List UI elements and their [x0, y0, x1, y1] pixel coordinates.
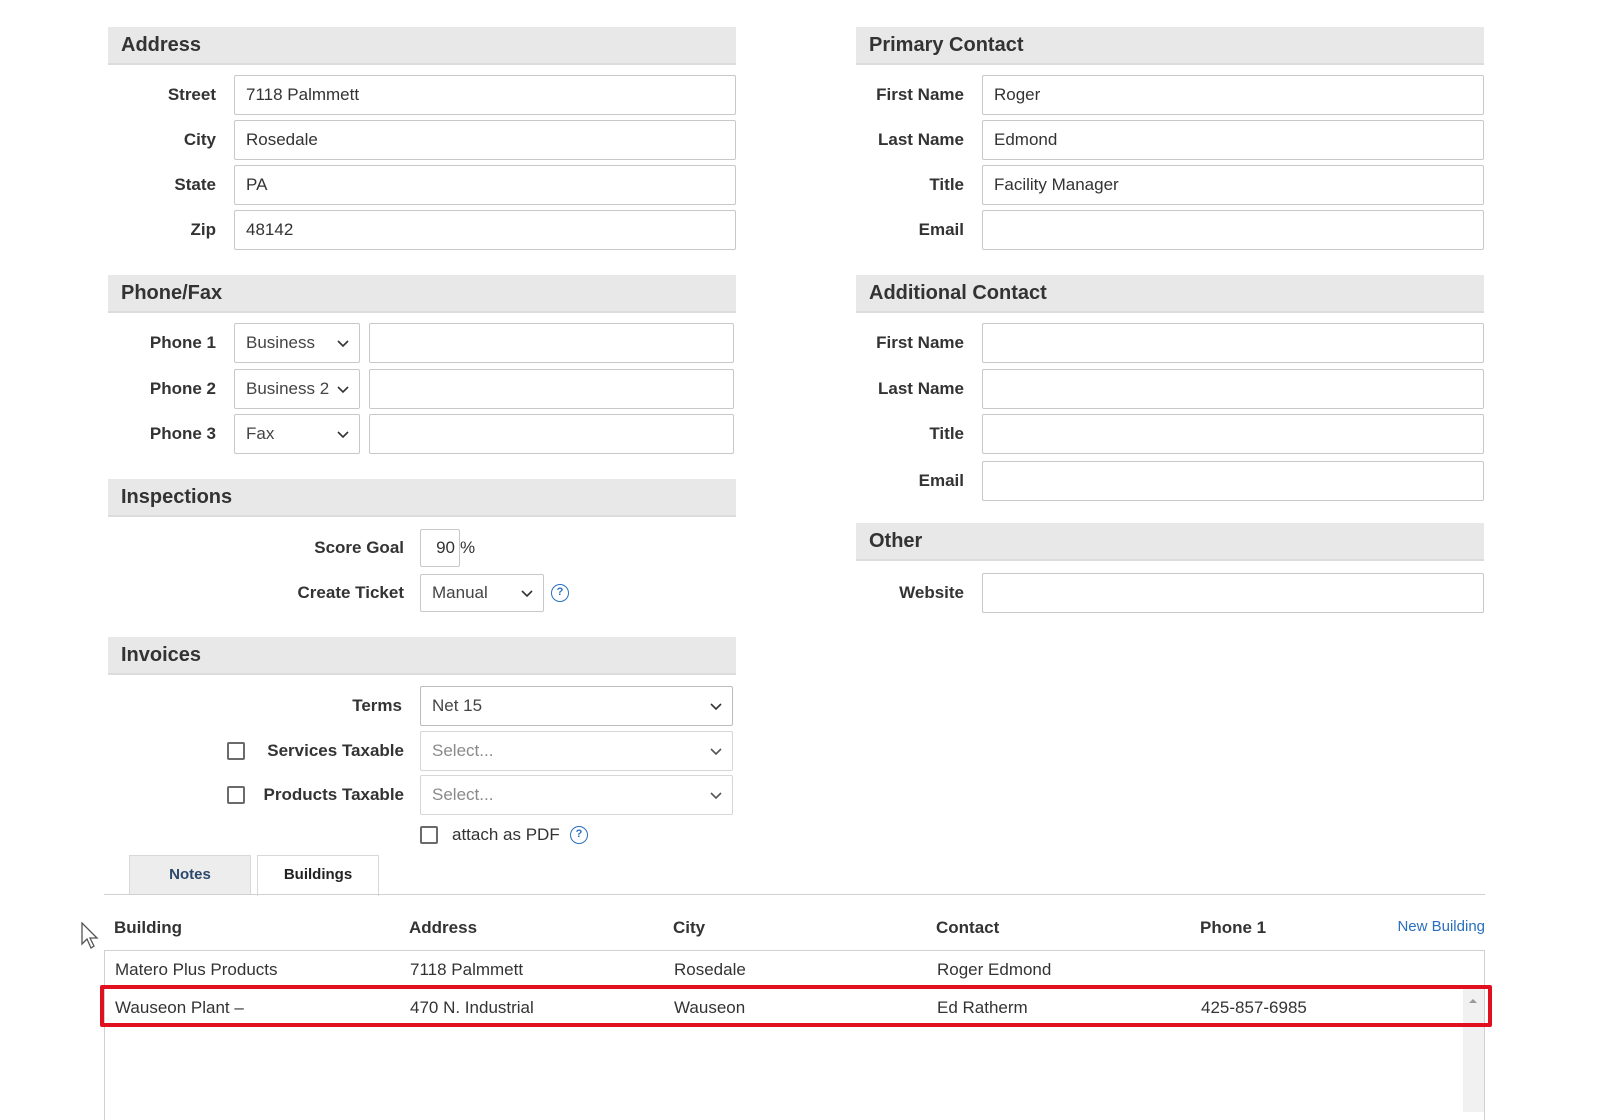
table-cell-building: Wauseon Plant – — [115, 998, 244, 1017]
chevron-down-icon — [337, 340, 349, 348]
additional-last-name-input[interactable] — [982, 369, 1484, 409]
table-cell-city: Wauseon — [674, 998, 746, 1017]
address-section-header: Address — [108, 27, 736, 65]
additional-title-label: Title — [929, 424, 964, 443]
phone2-type-select[interactable]: Business 2 — [234, 369, 360, 409]
services-taxable-placeholder: Select... — [432, 741, 494, 760]
primary-email-input[interactable] — [982, 210, 1484, 250]
table-cell-city: Rosedale — [674, 960, 746, 979]
primary-title-input[interactable]: Facility Manager — [982, 165, 1484, 205]
column-header-address[interactable]: Address — [409, 918, 477, 938]
additional-title-input[interactable] — [982, 414, 1484, 454]
score-goal-input[interactable]: 90 — [420, 529, 460, 567]
primary-title-label: Title — [929, 175, 964, 194]
website-label: Website — [899, 583, 964, 602]
services-taxable-select[interactable]: Select... — [420, 731, 733, 771]
services-taxable-label: Services Taxable — [267, 741, 404, 760]
phone3-number-input[interactable] — [369, 414, 734, 454]
tab-strip-divider — [104, 894, 1485, 895]
additional-email-label: Email — [918, 471, 964, 490]
phone3-type-select[interactable]: Fax — [234, 414, 360, 454]
products-taxable-label: Products Taxable — [263, 785, 404, 804]
chevron-down-icon — [710, 703, 722, 711]
products-taxable-checkbox[interactable] — [227, 786, 245, 804]
additional-first-name-input[interactable] — [982, 323, 1484, 363]
attach-pdf-label: attach as PDF — [452, 825, 560, 844]
services-taxable-checkbox[interactable] — [227, 742, 245, 760]
phone2-label: Phone 2 — [149, 379, 216, 398]
create-ticket-value: Manual — [432, 583, 488, 602]
score-goal-unit: % — [460, 538, 476, 557]
additional-contact-section-header: Additional Contact — [856, 275, 1484, 313]
create-ticket-select[interactable]: Manual — [420, 574, 544, 612]
help-circle-icon[interactable]: ? — [570, 826, 588, 844]
phone1-label: Phone 1 — [149, 333, 216, 352]
phone3-label: Phone 3 — [149, 424, 216, 443]
table-cell-building: Matero Plus Products — [115, 960, 278, 979]
inspections-section-header: Inspections — [108, 479, 736, 517]
state-input[interactable]: PA — [234, 165, 736, 205]
primary-last-name-label: Last Name — [878, 130, 964, 149]
phone3-type-value: Fax — [246, 424, 275, 443]
create-ticket-label: Create Ticket — [297, 583, 404, 602]
table-scrollbar[interactable] — [1463, 989, 1484, 1112]
table-row[interactable]: Wauseon Plant – 470 N. Industrial Wauseo… — [105, 989, 1463, 1026]
additional-email-input[interactable] — [982, 461, 1484, 501]
zip-input[interactable]: 48142 — [234, 210, 736, 250]
website-input[interactable] — [982, 573, 1484, 613]
primary-first-name-label: First Name — [876, 85, 964, 104]
mouse-pointer-icon — [81, 922, 99, 949]
additional-first-name-label: First Name — [876, 333, 964, 352]
primary-first-name-input[interactable]: Roger — [982, 75, 1484, 115]
table-cell-phone1: 425-857-6985 — [1201, 998, 1307, 1017]
column-header-contact[interactable]: Contact — [936, 918, 999, 938]
table-cell-contact: Roger Edmond — [937, 960, 1052, 979]
chevron-down-icon — [337, 431, 349, 439]
help-circle-icon[interactable]: ? — [551, 584, 569, 602]
terms-label: Terms — [352, 696, 402, 715]
chevron-down-icon — [521, 590, 533, 598]
table-cell-address: 470 N. Industrial — [410, 998, 534, 1017]
street-input[interactable]: 7118 Palmmett — [234, 75, 736, 115]
zip-label: Zip — [190, 220, 217, 239]
primary-email-label: Email — [918, 220, 964, 239]
score-goal-label: Score Goal — [314, 538, 404, 557]
tab-notes[interactable]: Notes — [129, 855, 251, 895]
city-label: City — [183, 130, 216, 149]
invoices-section-header: Invoices — [108, 637, 736, 675]
city-input[interactable]: Rosedale — [234, 120, 736, 160]
primary-last-name-input[interactable]: Edmond — [982, 120, 1484, 160]
products-taxable-select[interactable]: Select... — [420, 775, 733, 815]
terms-select[interactable]: Net 15 — [420, 686, 733, 726]
primary-contact-section-header: Primary Contact — [856, 27, 1484, 65]
other-section-header: Other — [856, 523, 1484, 561]
phone1-type-value: Business — [246, 333, 315, 352]
tab-buildings[interactable]: Buildings — [257, 855, 379, 896]
phone2-type-value: Business 2 — [246, 379, 330, 398]
table-cell-address: 7118 Palmmett — [410, 960, 524, 979]
chevron-down-icon — [710, 748, 722, 756]
table-cell-contact: Ed Ratherm — [937, 998, 1028, 1017]
scroll-up-arrow-icon[interactable] — [1467, 996, 1479, 1006]
phone2-number-input[interactable] — [369, 369, 734, 409]
column-header-city[interactable]: City — [673, 918, 705, 938]
products-taxable-placeholder: Select... — [432, 785, 494, 804]
state-label: State — [174, 175, 216, 194]
column-header-building[interactable]: Building — [114, 918, 182, 938]
terms-value: Net 15 — [432, 696, 483, 715]
street-label: Street — [167, 85, 216, 104]
chevron-down-icon — [337, 386, 349, 394]
table-row[interactable]: Matero Plus Products 7118 Palmmett Rosed… — [105, 951, 1483, 988]
new-building-link[interactable]: New Building — [1360, 918, 1485, 935]
phone1-number-input[interactable] — [369, 323, 734, 363]
phone1-type-select[interactable]: Business — [234, 323, 360, 363]
chevron-down-icon — [710, 792, 722, 800]
phone-fax-section-header: Phone/Fax — [108, 275, 736, 313]
attach-pdf-checkbox[interactable] — [420, 826, 438, 844]
column-header-phone1[interactable]: Phone 1 — [1200, 918, 1266, 938]
additional-last-name-label: Last Name — [878, 379, 964, 398]
